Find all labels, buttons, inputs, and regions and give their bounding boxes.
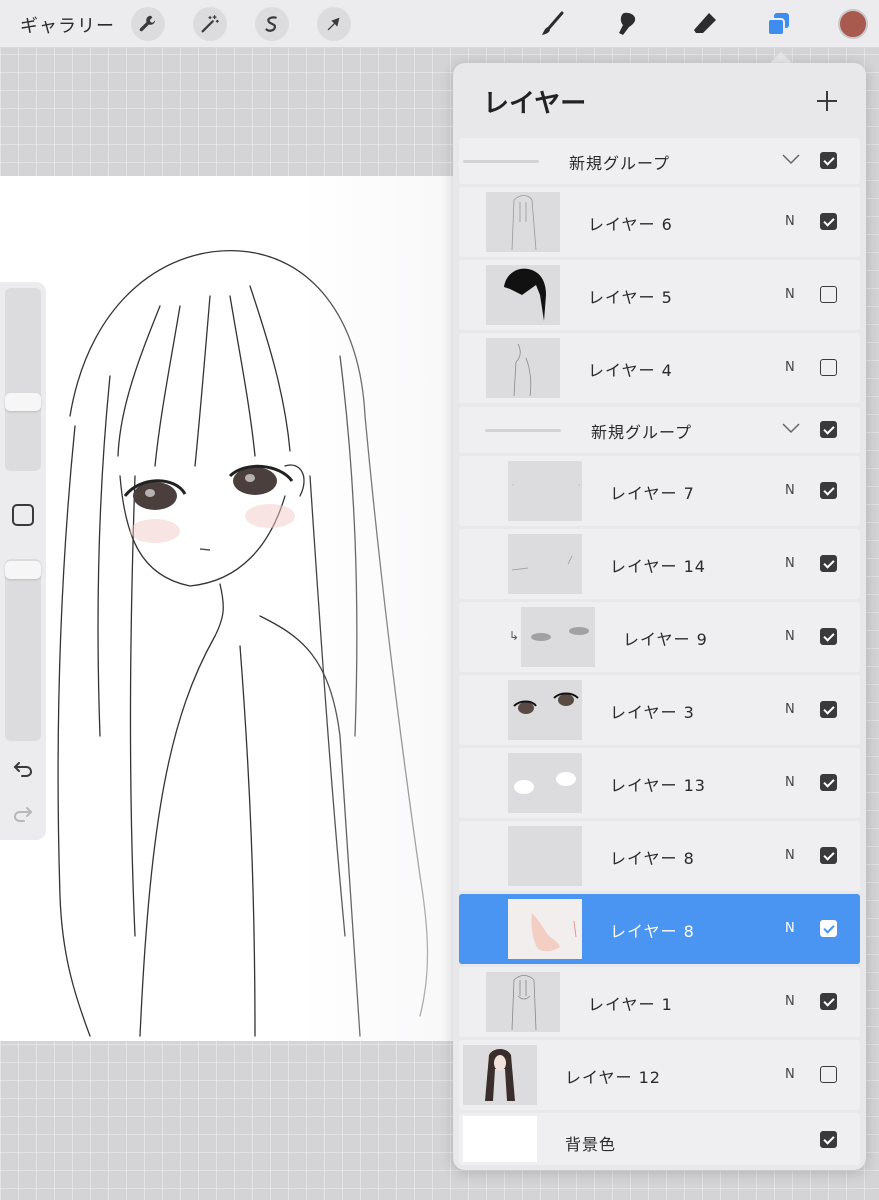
group-indicator <box>463 160 539 163</box>
visibility-checkbox[interactable] <box>820 555 837 572</box>
panel-title: レイヤー <box>483 89 587 119</box>
redo-icon[interactable] <box>10 800 36 826</box>
brush-icon[interactable] <box>535 6 571 42</box>
visibility-checkbox[interactable] <box>820 993 837 1010</box>
blend-mode[interactable]: N <box>785 775 795 790</box>
layer-name: レイヤー 9 <box>623 630 708 649</box>
layer-thumbnail <box>486 265 560 325</box>
chevron-down-icon[interactable] <box>781 152 801 166</box>
layer-thumbnail <box>486 192 560 252</box>
layer-thumbnail <box>521 607 595 667</box>
arrow-cursor-icon[interactable] <box>317 7 351 41</box>
layer-row[interactable]: レイヤー 3 N <box>459 675 860 745</box>
smudge-icon[interactable] <box>609 6 645 42</box>
layer-name: レイヤー 14 <box>610 557 706 576</box>
layer-name: レイヤー 4 <box>588 361 673 380</box>
layer-row[interactable]: レイヤー 14 N <box>459 529 860 599</box>
visibility-checkbox[interactable] <box>820 628 837 645</box>
chevron-down-icon[interactable] <box>781 421 801 435</box>
layer-name: レイヤー 6 <box>588 215 673 234</box>
layer-thumbnail <box>486 338 560 398</box>
layer-name: 背景色 <box>565 1135 617 1154</box>
visibility-checkbox[interactable] <box>820 213 837 230</box>
blend-mode[interactable]: N <box>785 556 795 571</box>
layer-thumbnail <box>508 534 582 594</box>
opacity-thumb[interactable] <box>5 561 41 579</box>
layer-group-row[interactable]: 新規グループ <box>459 407 860 453</box>
brush-size-thumb[interactable] <box>5 393 41 411</box>
left-sidebar <box>0 282 46 840</box>
layer-row[interactable]: レイヤー 4 N <box>459 333 860 403</box>
layer-name: 新規グループ <box>591 423 693 442</box>
opacity-slider[interactable] <box>5 559 41 741</box>
blend-mode[interactable]: N <box>785 483 795 498</box>
blend-mode[interactable]: N <box>785 702 795 717</box>
group-indicator <box>485 429 561 432</box>
eraser-icon[interactable] <box>687 6 723 42</box>
layer-row[interactable]: レイヤー 8 N <box>459 821 860 891</box>
brush-size-slider[interactable] <box>5 288 41 471</box>
visibility-checkbox[interactable] <box>820 774 837 791</box>
clipping-mask-icon: ↳ <box>509 629 520 643</box>
layer-name: レイヤー 3 <box>610 703 695 722</box>
visibility-checkbox[interactable] <box>820 920 837 937</box>
visibility-checkbox[interactable] <box>820 286 837 303</box>
layer-row[interactable]: レイヤー 5 N <box>459 260 860 330</box>
layer-row-selected[interactable]: レイヤー 8 N <box>459 894 860 964</box>
blend-mode[interactable]: N <box>785 360 795 375</box>
visibility-checkbox[interactable] <box>820 1131 837 1148</box>
modify-button[interactable] <box>12 504 34 526</box>
visibility-checkbox[interactable] <box>820 1066 837 1083</box>
visibility-checkbox[interactable] <box>820 847 837 864</box>
visibility-checkbox[interactable] <box>820 359 837 376</box>
top-toolbar: ギャラリー <box>0 0 879 48</box>
visibility-checkbox[interactable] <box>820 482 837 499</box>
layer-row[interactable]: レイヤー 7 N <box>459 456 860 526</box>
layer-name: レイヤー 1 <box>588 995 673 1014</box>
layer-row[interactable]: レイヤー 12 N <box>459 1040 860 1110</box>
visibility-checkbox[interactable] <box>820 152 837 169</box>
gallery-button[interactable]: ギャラリー <box>20 12 115 38</box>
layer-thumbnail <box>508 461 582 521</box>
layer-name: レイヤー 12 <box>565 1068 661 1087</box>
layers-panel: レイヤー 新規グループ レイヤー 6 N レイヤー 5 N レイヤー 4 N 新… <box>453 63 866 1170</box>
plus-icon[interactable] <box>813 87 841 115</box>
blend-mode[interactable]: N <box>785 1067 795 1082</box>
layer-thumbnail <box>508 899 582 959</box>
layer-name: 新規グループ <box>569 154 671 173</box>
layers-icon[interactable] <box>761 6 797 42</box>
layer-thumbnail <box>508 826 582 886</box>
visibility-checkbox[interactable] <box>820 421 837 438</box>
blend-mode[interactable]: N <box>785 287 795 302</box>
layer-row[interactable]: ↳ レイヤー 9 N <box>459 602 860 672</box>
undo-icon[interactable] <box>10 755 36 781</box>
blend-mode[interactable]: N <box>785 921 795 936</box>
layer-thumbnail <box>463 1045 537 1105</box>
layer-row[interactable]: レイヤー 1 N <box>459 967 860 1037</box>
layer-name: レイヤー 5 <box>588 288 673 307</box>
wrench-icon[interactable] <box>131 7 165 41</box>
layer-name: レイヤー 8 <box>610 922 695 941</box>
layer-thumbnail <box>508 753 582 813</box>
current-color-swatch[interactable] <box>838 9 868 39</box>
blend-mode[interactable]: N <box>785 629 795 644</box>
selection-icon[interactable] <box>255 7 289 41</box>
blend-mode[interactable]: N <box>785 848 795 863</box>
layer-name: レイヤー 13 <box>610 776 706 795</box>
layer-row[interactable]: レイヤー 13 N <box>459 748 860 818</box>
background-color-row[interactable]: 背景色 <box>459 1113 860 1165</box>
blend-mode[interactable]: N <box>785 994 795 1009</box>
layer-name: レイヤー 8 <box>610 849 695 868</box>
visibility-checkbox[interactable] <box>820 701 837 718</box>
layer-group-row[interactable]: 新規グループ <box>459 138 860 184</box>
magic-wand-icon[interactable] <box>193 7 227 41</box>
blend-mode[interactable]: N <box>785 214 795 229</box>
layer-thumbnail <box>508 680 582 740</box>
background-color-swatch[interactable] <box>463 1116 537 1162</box>
layer-name: レイヤー 7 <box>610 484 695 503</box>
layer-thumbnail <box>486 972 560 1032</box>
layer-row[interactable]: レイヤー 6 N <box>459 187 860 257</box>
